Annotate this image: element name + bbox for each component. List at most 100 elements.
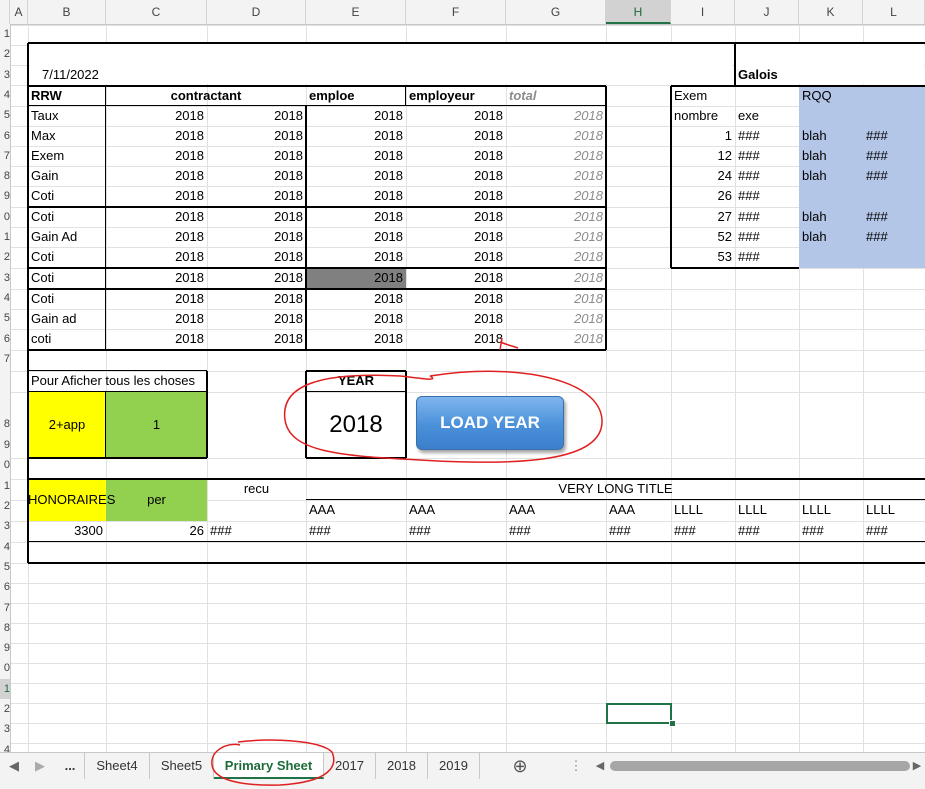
total-cell[interactable]: 2018 xyxy=(506,268,606,289)
column-header-b[interactable]: B xyxy=(28,0,106,24)
column-header-e[interactable]: E xyxy=(306,0,406,24)
value-cell[interactable]: 2018 xyxy=(106,166,207,186)
year-label[interactable]: YEAR xyxy=(306,371,406,392)
honoraires-cell[interactable]: HONORAIRES xyxy=(28,479,115,521)
column-header-j[interactable]: J xyxy=(735,0,799,24)
value-cell[interactable]: 2018 xyxy=(207,106,306,126)
value-cell[interactable]: 2018 xyxy=(406,207,506,227)
value-hash[interactable]: ### xyxy=(606,521,671,542)
load-year-button[interactable]: LOAD YEAR xyxy=(416,396,564,450)
side-exem[interactable]: Exem xyxy=(671,86,735,106)
row-header[interactable]: 1 xyxy=(0,678,10,699)
total-cell[interactable]: 2018 xyxy=(506,166,606,186)
more-tabs-ellipsis[interactable]: ... xyxy=(56,753,84,779)
side-number[interactable]: 53 xyxy=(671,247,735,268)
value-cell[interactable]: 2018 xyxy=(207,329,306,350)
value-cell[interactable]: 2018 xyxy=(406,106,506,126)
value-cell[interactable]: 2018 xyxy=(306,309,406,329)
column-header-i[interactable]: I xyxy=(671,0,735,24)
header-employeur[interactable]: employeur xyxy=(406,86,506,106)
header-contractant[interactable]: contractant xyxy=(106,86,306,106)
very-long-title[interactable]: VERY LONG TITLE xyxy=(306,479,925,500)
recu-value[interactable]: ### xyxy=(207,521,306,542)
row-header[interactable]: 5 xyxy=(0,308,10,328)
value-cell[interactable]: 2018 xyxy=(406,227,506,247)
side-hash-l[interactable] xyxy=(863,247,925,268)
side-number[interactable]: 27 xyxy=(671,207,735,227)
row-header[interactable]: 6 xyxy=(0,577,10,597)
row-header[interactable]: 0 xyxy=(0,207,10,227)
row-label[interactable]: Gain Ad xyxy=(28,227,106,247)
one-value-cell[interactable]: 1 xyxy=(106,392,207,458)
value-cell[interactable]: 2018 xyxy=(306,227,406,247)
column-header-l[interactable]: L xyxy=(863,0,925,24)
column-header-g[interactable]: G xyxy=(506,0,606,24)
scroll-tabs-left-icon[interactable]: ◀ xyxy=(2,753,26,779)
value-cell[interactable]: 2018 xyxy=(306,126,406,146)
afficher-label[interactable]: Pour Aficher tous les choses xyxy=(28,371,207,392)
year-value-cell[interactable]: 2018 xyxy=(306,392,406,458)
row-header[interactable]: 9 xyxy=(0,186,10,206)
side-blah[interactable]: blah xyxy=(799,126,863,146)
value-cell[interactable]: 2018 xyxy=(106,227,207,247)
tab-sheet5[interactable]: Sheet5 xyxy=(150,753,214,779)
total-cell[interactable]: 2018 xyxy=(506,227,606,247)
value-cell[interactable]: 2018 xyxy=(106,186,207,207)
value-hash[interactable]: ### xyxy=(406,521,506,542)
total-cell[interactable]: 2018 xyxy=(506,247,606,268)
value-cell[interactable]: 2018 xyxy=(207,186,306,207)
row-label[interactable]: Coti xyxy=(28,289,106,309)
side-blah[interactable]: blah xyxy=(799,166,863,186)
select-all-corner[interactable] xyxy=(0,0,10,24)
total-cell[interactable]: 2018 xyxy=(506,106,606,126)
row-header[interactable]: 8 xyxy=(0,369,10,435)
column-header-k[interactable]: K xyxy=(799,0,863,24)
row-label[interactable]: Coti xyxy=(28,207,106,227)
value-cell[interactable]: 2018 xyxy=(306,166,406,186)
side-hash[interactable]: ### xyxy=(735,227,799,247)
app-value-cell[interactable]: 2+app xyxy=(28,392,106,458)
header-rrw[interactable]: RRW xyxy=(28,86,106,106)
side-blah[interactable]: blah xyxy=(799,227,863,247)
galois-title[interactable]: Galois xyxy=(735,65,863,86)
subheader-cell[interactable]: LLLL xyxy=(735,500,799,521)
row-header[interactable]: 7 xyxy=(0,349,10,369)
row-header[interactable]: 0 xyxy=(0,658,10,678)
value-cell[interactable]: 2018 xyxy=(106,106,207,126)
side-hash-l[interactable]: ### xyxy=(863,166,925,186)
scroll-tabs-right-icon[interactable]: ▶ xyxy=(28,753,52,779)
fill-handle[interactable] xyxy=(669,720,676,727)
side-hash-l[interactable]: ### xyxy=(863,126,925,146)
row-header[interactable]: 4 xyxy=(0,537,10,557)
side-hash[interactable]: ### xyxy=(735,126,799,146)
value-cell[interactable]: 2018 xyxy=(106,289,207,309)
subheader-cell[interactable]: AAA xyxy=(306,500,406,521)
value-cell[interactable]: 2018 xyxy=(106,126,207,146)
row-header[interactable]: 8 xyxy=(0,166,10,186)
subheader-cell[interactable]: LLLL xyxy=(799,500,863,521)
value-hash[interactable]: ### xyxy=(799,521,863,542)
value-cell[interactable]: 2018 xyxy=(207,247,306,268)
value-cell[interactable]: 2018 xyxy=(207,227,306,247)
value-cell[interactable]: 2018 xyxy=(406,247,506,268)
column-header-h[interactable]: H xyxy=(606,0,671,24)
value-cell[interactable]: 2018 xyxy=(406,126,506,146)
horizontal-scrollbar-thumb[interactable] xyxy=(610,761,910,771)
side-exe[interactable]: exe xyxy=(735,106,799,126)
column-header-c[interactable]: C xyxy=(106,0,207,24)
row-header[interactable]: 4 xyxy=(0,288,10,308)
value-cell[interactable]: 2018 xyxy=(207,126,306,146)
hscroll-right-icon[interactable]: ▶ xyxy=(910,753,924,779)
value-cell[interactable]: 2018 xyxy=(306,146,406,166)
row-header[interactable]: 3 xyxy=(0,268,10,288)
row-header[interactable]: 3 xyxy=(0,516,10,536)
value-cell[interactable]: 2018 xyxy=(306,289,406,309)
row-header[interactable]: 2 xyxy=(0,496,10,516)
side-hash-l[interactable] xyxy=(863,186,925,207)
subheader-cell[interactable]: AAA xyxy=(406,500,506,521)
value-hash[interactable]: ### xyxy=(735,521,799,542)
row-header[interactable]: 0 xyxy=(0,455,10,475)
value-cell[interactable]: 2018 xyxy=(406,329,506,350)
value-cell[interactable]: 2018 xyxy=(306,186,406,207)
value-cell[interactable]: 2018 xyxy=(106,309,207,329)
